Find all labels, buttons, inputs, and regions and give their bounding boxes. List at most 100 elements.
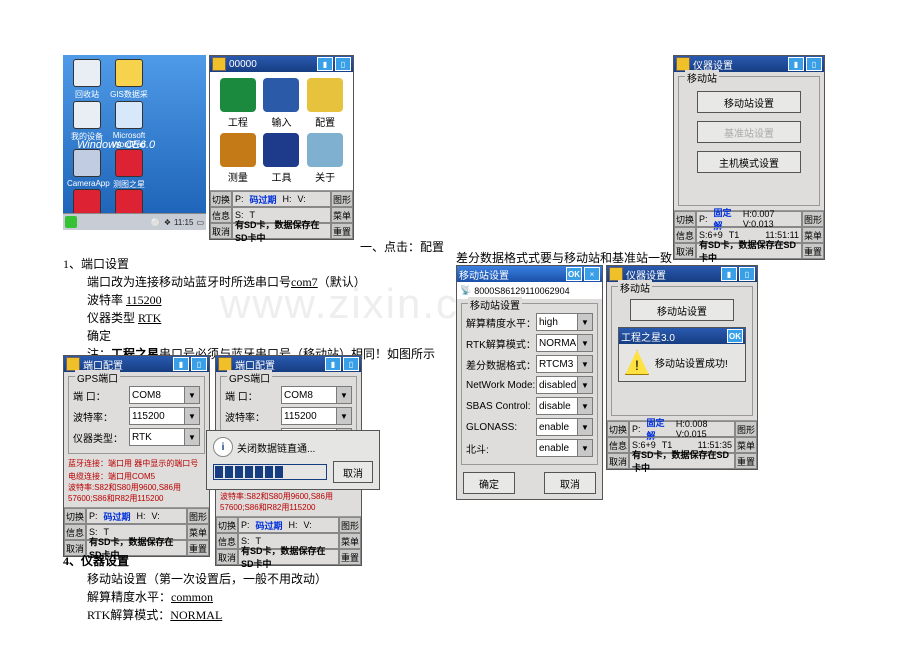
- ok-button[interactable]: 确定: [463, 472, 515, 494]
- lbl-beidou: 北斗:: [466, 441, 536, 456]
- taskbar[interactable]: ⚪ ❖ 11:15 ▭: [63, 213, 206, 230]
- msg-text: 移动站设置成功!: [655, 355, 728, 370]
- group-label: 移动站: [618, 280, 652, 295]
- btn-base: 基准站设置: [697, 121, 801, 143]
- window-title: 00000: [229, 59, 257, 70]
- ft-reset[interactable]: 重置: [331, 223, 353, 239]
- bat-icon: ▮: [317, 57, 333, 71]
- chevron-down-icon[interactable]: ▼: [577, 356, 592, 372]
- cell-about[interactable]: 关于: [303, 133, 347, 184]
- group-label: GPS端口: [75, 370, 120, 385]
- warning-icon: !: [625, 350, 649, 375]
- hint-bt: 蓝牙连接：端口用 器中显示的端口号: [64, 458, 209, 469]
- hint-cable: 电缆连接：端口用COM5: [64, 469, 209, 482]
- start-icon[interactable]: [65, 216, 77, 228]
- ft-menu[interactable]: 菜单: [331, 207, 353, 223]
- status-footer: 切换信息取消 P:码过期H:V: S:T 有SD卡，数据保存在SD卡中 图形菜单…: [64, 507, 209, 556]
- device-id: 8000S86129110062904: [474, 286, 569, 296]
- combo-diff[interactable]: RTCM3▼: [536, 355, 593, 373]
- combo-port[interactable]: COM8▼: [281, 386, 352, 404]
- combo-rtk[interactable]: NORMAL▼: [536, 334, 593, 352]
- desk-icon-mydevice[interactable]: 我的设备: [67, 101, 107, 142]
- lbl-type: 仪器类型：: [73, 430, 129, 445]
- port-config-window-a: 端口配置▮▯ GPS端口 端 口：COM8▼ 波特率：115200▼ 仪器类型：…: [63, 355, 210, 557]
- group-label: GPS端口: [227, 370, 272, 385]
- btn-hostmode[interactable]: 主机模式设置: [697, 151, 801, 173]
- status-footer: 切换信息取消 P:码过期H:V: S:T 有SD卡，数据保存在SD卡中 图形菜单…: [210, 190, 353, 239]
- chevron-down-icon[interactable]: ▼: [184, 408, 199, 424]
- clock: 11:15: [174, 218, 193, 227]
- wince-desktop: 回收站 GIS数据采集 2.2 我的设备 Microsoft WordPad W…: [63, 55, 206, 230]
- chevron-down-icon[interactable]: ▼: [336, 408, 351, 424]
- combo-sbas[interactable]: disable▼: [536, 397, 593, 415]
- chevron-down-icon[interactable]: ▼: [577, 419, 592, 435]
- window-title: 移动站设置: [459, 267, 509, 282]
- combo-baud[interactable]: 115200▼: [281, 407, 352, 425]
- status-footer: 切换信息取消 P:固定解H:0.008 V:0.015 S:6+9T111:51…: [607, 420, 757, 469]
- close-icon[interactable]: ×: [584, 267, 600, 281]
- tray-bt-icon: ⚪: [151, 218, 161, 227]
- cell-project[interactable]: 工程: [216, 78, 260, 129]
- combo-glonass[interactable]: enable▼: [536, 418, 593, 436]
- cancel-button[interactable]: 取消: [544, 472, 596, 494]
- chevron-down-icon[interactable]: ▼: [184, 429, 199, 445]
- msg-title: 工程之星3.0: [621, 329, 675, 344]
- status-footer: 切换信息取消 P:固定解H:0.007 V:0.013 S:6+9T111:51…: [674, 210, 824, 259]
- ft-info[interactable]: 信息: [210, 207, 232, 223]
- ft-graph[interactable]: 图形: [331, 191, 353, 207]
- bat-icon: ▮: [325, 357, 341, 371]
- lbl-net: NetWork Mode:: [466, 380, 536, 391]
- show-desktop-icon[interactable]: ▭: [196, 218, 204, 227]
- ok-button[interactable]: OK: [566, 267, 582, 281]
- sig-icon: ▯: [335, 57, 351, 71]
- sec4-text: 4、仪器设置 移动站设置（第一次设置后，一般不用改动） 解算精度水平：commo…: [63, 552, 383, 624]
- cell-tools[interactable]: 工具: [260, 133, 304, 184]
- app-icon: [676, 57, 690, 71]
- ok-button[interactable]: OK: [727, 329, 743, 343]
- combo-net[interactable]: disabled▼: [536, 376, 593, 394]
- info-icon: i: [213, 437, 233, 457]
- sig-icon: ▯: [739, 267, 755, 281]
- chevron-down-icon[interactable]: ▼: [577, 440, 592, 456]
- btn-rover[interactable]: 移动站设置: [697, 91, 801, 113]
- ft-cancel[interactable]: 取消: [210, 223, 232, 239]
- cell-input[interactable]: 输入: [260, 78, 304, 129]
- combo-prec[interactable]: high▼: [536, 313, 593, 331]
- app-icon: [66, 357, 80, 371]
- cell-survey[interactable]: 测量: [216, 133, 260, 184]
- chevron-down-icon[interactable]: ▼: [577, 314, 592, 330]
- hint-baud: 波特率:S82和S80用9600,S86用57600;S86和R82用11520…: [64, 482, 209, 507]
- combo-port[interactable]: COM8▼: [129, 386, 200, 404]
- progress-bar: [213, 464, 327, 480]
- bat-icon: ▮: [788, 57, 804, 71]
- ft-switch[interactable]: 切换: [210, 191, 232, 207]
- cell-config[interactable]: 配置: [303, 78, 347, 129]
- antenna-icon: 📡: [460, 285, 471, 296]
- desk-icon-recycle[interactable]: 回收站: [67, 59, 107, 100]
- lbl-port: 端 口：: [73, 388, 129, 403]
- desk-icon-camera[interactable]: CameraApp: [67, 149, 107, 188]
- combo-type[interactable]: RTK▼: [129, 428, 200, 446]
- app-icon: [212, 57, 226, 71]
- lbl-baud: 波特率：: [73, 409, 129, 424]
- lbl-diff: 差分数据格式：: [466, 357, 536, 372]
- bat-icon: ▮: [173, 357, 189, 371]
- app-icon: [218, 357, 232, 371]
- app-window-00000: 00000 ▮▯ 工程 输入 配置 测量 工具 关于 切换信息取消 P:码过期H:…: [209, 55, 354, 240]
- combo-baud[interactable]: 115200▼: [129, 407, 200, 425]
- lbl-sbas: SBAS Control:: [466, 401, 536, 412]
- chevron-down-icon[interactable]: ▼: [184, 387, 199, 403]
- app-icon: [609, 267, 623, 281]
- chevron-down-icon[interactable]: ▼: [577, 335, 592, 351]
- combo-beidou[interactable]: enable▼: [536, 439, 593, 457]
- bat-icon: ▮: [721, 267, 737, 281]
- btn-rover[interactable]: 移动站设置: [630, 299, 734, 321]
- chevron-down-icon[interactable]: ▼: [577, 398, 592, 414]
- group-label: 移动站: [685, 70, 719, 85]
- lbl-prec: 解算精度水平：: [466, 315, 536, 330]
- sig-icon: ▯: [191, 357, 207, 371]
- chevron-down-icon[interactable]: ▼: [577, 377, 592, 393]
- instr-window-a: 仪器设置▮▯ 移动站 移动站设置 基准站设置 主机模式设置 切换信息取消 P:固…: [673, 55, 825, 260]
- chevron-down-icon[interactable]: ▼: [336, 387, 351, 403]
- cancel-button[interactable]: 取消: [333, 461, 373, 483]
